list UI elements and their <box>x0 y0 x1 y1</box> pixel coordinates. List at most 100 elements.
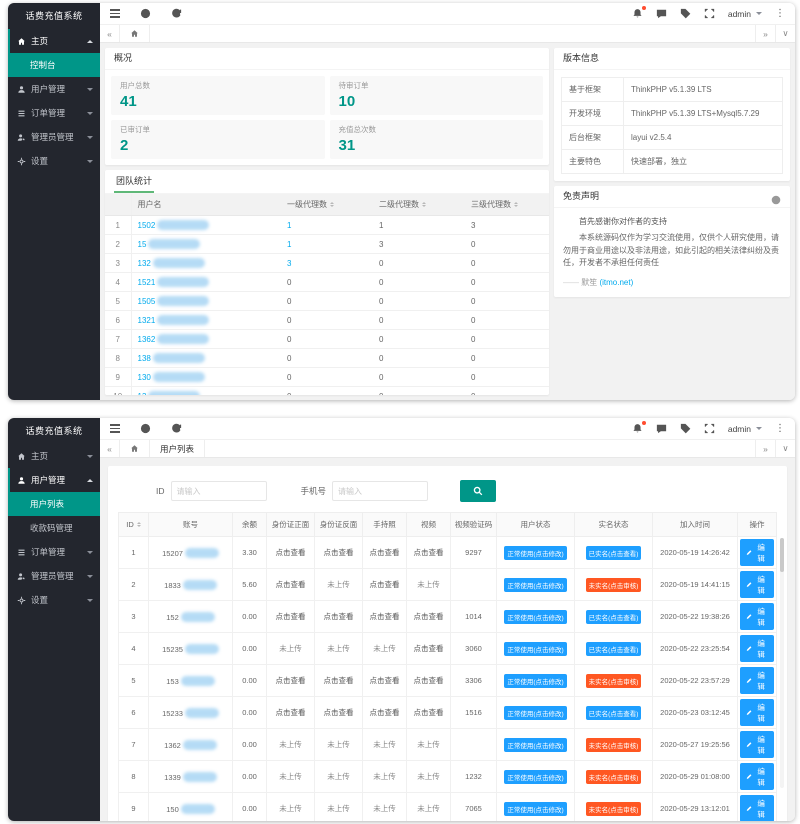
sidebar-item-订单管理[interactable]: 订单管理 <box>8 540 100 564</box>
sidebar-subitem-用户列表[interactable]: 用户列表 <box>8 492 100 516</box>
cache-icon[interactable] <box>140 423 151 434</box>
team-username-link[interactable]: 1505 <box>138 297 156 306</box>
video-cell[interactable]: 点击查看 <box>407 665 451 697</box>
tabs-dropdown[interactable]: ∨ <box>775 25 795 42</box>
user-status-badge[interactable]: 正常使用(点击修改) <box>504 546 566 560</box>
team-stats-tab[interactable]: 团队统计 <box>114 170 154 193</box>
tab-home[interactable] <box>120 440 150 457</box>
message-icon[interactable] <box>656 423 667 434</box>
sidebar-subitem-收款码管理[interactable]: 收款码管理 <box>8 516 100 540</box>
realname-status-badge[interactable]: 未实名(点击审核) <box>586 738 642 752</box>
video-cell[interactable]: 点击查看 <box>407 537 451 569</box>
col-level2-agents[interactable]: 二级代理数 <box>373 194 465 216</box>
realname-status-badge[interactable]: 未实名(点击审核) <box>586 674 642 688</box>
tag-icon[interactable] <box>680 423 691 434</box>
info-icon[interactable] <box>771 192 781 202</box>
phone-search-input[interactable] <box>332 481 428 501</box>
handheld-photo-cell[interactable]: 点击查看 <box>363 665 407 697</box>
user-status-badge[interactable]: 正常使用(点击修改) <box>504 578 566 592</box>
notification-bell-icon[interactable] <box>632 8 643 19</box>
team-username-link[interactable]: 130 <box>138 373 151 382</box>
realname-status-badge[interactable]: 已实名(点击查看) <box>586 610 642 624</box>
col-id[interactable]: ID <box>119 513 149 537</box>
collapse-menu-icon[interactable] <box>110 424 120 432</box>
user-status-badge[interactable]: 正常使用(点击修改) <box>504 674 566 688</box>
user-status-badge[interactable]: 正常使用(点击修改) <box>504 642 566 656</box>
handheld-photo-cell[interactable]: 点击查看 <box>363 569 407 601</box>
edit-button[interactable]: 编辑 <box>740 571 774 598</box>
more-vertical-icon[interactable]: ⋮ <box>775 424 785 434</box>
tag-icon[interactable] <box>680 8 691 19</box>
tabs-dropdown[interactable]: ∨ <box>775 440 795 457</box>
sidebar-item-管理员管理[interactable]: 管理员管理 <box>8 564 100 588</box>
idcard-front-cell[interactable]: 点击查看 <box>267 665 315 697</box>
team-username-link[interactable]: 1521 <box>138 278 156 287</box>
admin-user-menu[interactable]: admin <box>728 9 762 19</box>
sidebar-item-用户管理[interactable]: 用户管理 <box>8 468 100 492</box>
edit-button[interactable]: 编辑 <box>740 699 774 726</box>
message-icon[interactable] <box>656 8 667 19</box>
sidebar-item-设置[interactable]: 设置 <box>8 149 100 173</box>
idcard-front-cell[interactable]: 点击查看 <box>267 601 315 633</box>
team-username-link[interactable]: 1362 <box>138 335 156 344</box>
cache-icon[interactable] <box>140 8 151 19</box>
realname-status-badge[interactable]: 已实名(点击查看) <box>586 642 642 656</box>
tabs-more[interactable]: » <box>755 440 775 457</box>
refresh-icon[interactable] <box>171 423 182 434</box>
idcard-back-cell[interactable]: 点击查看 <box>315 665 363 697</box>
sidebar-subitem-控制台[interactable]: 控制台 <box>8 53 100 77</box>
handheld-photo-cell[interactable]: 点击查看 <box>363 537 407 569</box>
edit-button[interactable]: 编辑 <box>740 635 774 662</box>
col-level3-agents[interactable]: 三级代理数 <box>465 194 549 216</box>
fullscreen-icon[interactable] <box>704 8 715 19</box>
edit-button[interactable]: 编辑 <box>740 539 774 566</box>
team-username-link[interactable]: 15 <box>138 240 147 249</box>
idcard-back-cell[interactable]: 点击查看 <box>315 697 363 729</box>
realname-status-badge[interactable]: 未实名(点击审核) <box>586 578 642 592</box>
idcard-back-cell[interactable]: 点击查看 <box>315 537 363 569</box>
idcard-front-cell[interactable]: 点击查看 <box>267 697 315 729</box>
realname-status-badge[interactable]: 已实名(点击查看) <box>586 706 642 720</box>
video-cell[interactable]: 点击查看 <box>407 697 451 729</box>
team-username-link[interactable]: 132 <box>138 259 151 268</box>
realname-status-badge[interactable]: 未实名(点击审核) <box>586 802 642 816</box>
tabs-more[interactable]: » <box>755 25 775 42</box>
team-username-link[interactable]: 1321 <box>138 316 156 325</box>
search-button[interactable] <box>460 480 496 502</box>
idcard-front-cell[interactable]: 点击查看 <box>267 537 315 569</box>
user-status-badge[interactable]: 正常使用(点击修改) <box>504 802 566 816</box>
refresh-icon[interactable] <box>171 8 182 19</box>
idcard-back-cell[interactable]: 点击查看 <box>315 601 363 633</box>
tabs-scroll-left[interactable]: « <box>100 440 120 457</box>
user-status-badge[interactable]: 正常使用(点击修改) <box>504 738 566 752</box>
realname-status-badge[interactable]: 未实名(点击审核) <box>586 770 642 784</box>
notification-bell-icon[interactable] <box>632 423 643 434</box>
sidebar-item-主页[interactable]: 主页 <box>8 29 100 53</box>
sidebar-item-管理员管理[interactable]: 管理员管理 <box>8 125 100 149</box>
admin-user-menu[interactable]: admin <box>728 424 762 434</box>
video-cell[interactable]: 点击查看 <box>407 633 451 665</box>
user-status-badge[interactable]: 正常使用(点击修改) <box>504 770 566 784</box>
id-search-input[interactable] <box>171 481 267 501</box>
realname-status-badge[interactable]: 已实名(点击查看) <box>586 546 642 560</box>
col-username[interactable]: 用户名 <box>131 194 281 216</box>
edit-button[interactable]: 编辑 <box>740 731 774 758</box>
sidebar-item-订单管理[interactable]: 订单管理 <box>8 101 100 125</box>
scrollbar-thumb[interactable] <box>780 538 784 572</box>
sidebar-item-设置[interactable]: 设置 <box>8 588 100 612</box>
user-status-badge[interactable]: 正常使用(点击修改) <box>504 706 566 720</box>
collapse-menu-icon[interactable] <box>110 9 120 17</box>
more-vertical-icon[interactable]: ⋮ <box>775 9 785 19</box>
sidebar-item-主页[interactable]: 主页 <box>8 444 100 468</box>
user-status-badge[interactable]: 正常使用(点击修改) <box>504 610 566 624</box>
col-level1-agents[interactable]: 一级代理数 <box>281 194 373 216</box>
handheld-photo-cell[interactable]: 点击查看 <box>363 601 407 633</box>
tab-home[interactable] <box>120 25 150 42</box>
sidebar-item-用户管理[interactable]: 用户管理 <box>8 77 100 101</box>
edit-button[interactable]: 编辑 <box>740 763 774 790</box>
edit-button[interactable]: 编辑 <box>740 603 774 630</box>
team-username-link[interactable]: 138 <box>138 354 151 363</box>
fullscreen-icon[interactable] <box>704 423 715 434</box>
edit-button[interactable]: 编辑 <box>740 795 774 821</box>
team-username-link[interactable]: 13 <box>138 392 147 395</box>
